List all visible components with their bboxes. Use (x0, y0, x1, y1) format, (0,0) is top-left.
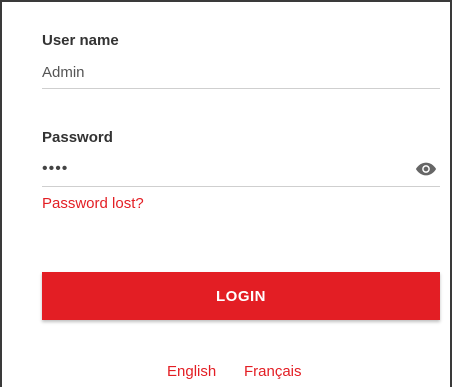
language-french-link[interactable]: Français (244, 363, 302, 380)
username-underline (42, 88, 440, 89)
password-underline (42, 186, 440, 187)
login-button[interactable]: LOGIN (42, 272, 440, 320)
username-field[interactable]: Admin (42, 64, 85, 81)
login-panel: User name Admin Password •••• Password l… (0, 0, 452, 387)
password-label: Password (42, 129, 113, 146)
password-field[interactable]: •••• (42, 160, 68, 178)
username-label: User name (42, 32, 119, 49)
password-lost-link[interactable]: Password lost? (42, 195, 144, 212)
language-english-link[interactable]: English (167, 363, 216, 380)
eye-icon[interactable] (415, 161, 437, 177)
